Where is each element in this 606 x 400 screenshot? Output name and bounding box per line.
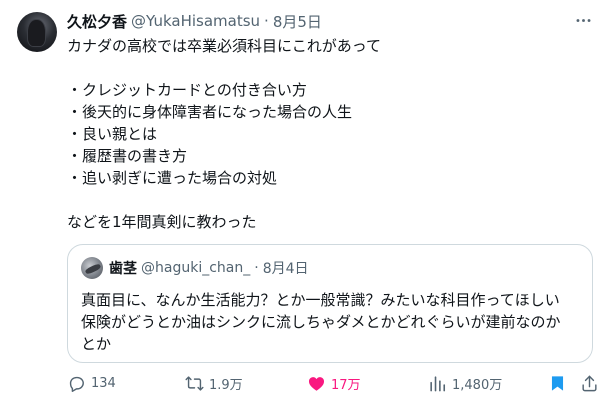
tweet-text-line: ・後天的に身体障害者になった場合の人生 (67, 103, 353, 121)
quoted-text-line: とか (81, 335, 112, 353)
more-icon (576, 18, 590, 22)
tweet-text-line: カナダの高校では卒業必須科目にこれがあって (67, 37, 381, 55)
tweet-text-line: ・追い剥ぎに遭った場合の対処 (67, 169, 278, 187)
like-button[interactable]: 17万 (307, 372, 361, 394)
share-button[interactable] (580, 372, 604, 394)
more-button[interactable] (573, 10, 593, 30)
reply-icon (69, 376, 84, 392)
share-icon (582, 375, 597, 391)
tweet-text-blank-line (67, 57, 592, 79)
views-count: 1,480万 (452, 377, 503, 393)
quoted-header-separator: · (254, 260, 259, 276)
like-count: 17万 (331, 377, 361, 393)
tweet-text-line: ・クレジットカードとの付き合い方 (67, 81, 307, 99)
avatar[interactable] (17, 12, 57, 52)
quoted-tweet-text: 真面目に、なんか生活能力？とか一般常識？みたいな科目作ってほしい 保険がどうとか… (81, 289, 581, 355)
quoted-date: 8月4日 (262, 261, 309, 277)
bookmark-button[interactable] (548, 372, 572, 394)
reply-count: 134 (91, 375, 116, 391)
heart-icon (308, 376, 325, 391)
views-button[interactable]: 1,480万 (428, 372, 502, 394)
action-bar: 134 1.9万 17万 1,480万 (67, 372, 597, 394)
tweet-text-blank-line (67, 189, 592, 211)
header-separator: · (264, 12, 269, 30)
views-icon (430, 375, 446, 391)
tweet-text-line: ・履歴書の書き方 (67, 147, 188, 165)
quoted-tweet[interactable]: 歯茎 @haguki_chan_ · 8月4日 真面目に、なんか生活能力？とか一… (67, 244, 593, 363)
quoted-tweet-header: 歯茎 @haguki_chan_ · 8月4日 (81, 257, 309, 279)
quoted-display-name: 歯茎 (109, 261, 137, 277)
author-display-name[interactable]: 久松夕香 (67, 11, 127, 32)
retweet-button[interactable]: 1.9万 (185, 372, 243, 394)
tweet-text-line: ・良い親とは (67, 125, 158, 143)
tweet-text: カナダの高校では卒業必須科目にこれがあって ・クレジットカードとの付き合い方 ・… (67, 35, 592, 233)
reply-button[interactable]: 134 (67, 372, 116, 394)
quoted-avatar (81, 257, 103, 279)
author-handle[interactable]: @YukaHisamatsu (131, 12, 260, 30)
retweet-count: 1.9万 (209, 377, 243, 393)
retweet-icon (185, 375, 204, 391)
quoted-handle: @haguki_chan_ (141, 260, 251, 276)
quoted-text-line: 真面目に、なんか生活能力？とか一般常識？みたいな科目作ってほしい (81, 291, 560, 309)
tweet-header: 久松夕香 @YukaHisamatsu · 8月5日 (67, 11, 322, 31)
quoted-text-line: 保険がどうとか油はシンクに流しちゃダメとかどれぐらいが建前なのか (81, 313, 561, 331)
bookmark-icon (551, 375, 564, 391)
tweet-date[interactable]: 8月5日 (273, 11, 322, 32)
tweet-text-line: などを1年間真剣に教わった (67, 213, 257, 231)
